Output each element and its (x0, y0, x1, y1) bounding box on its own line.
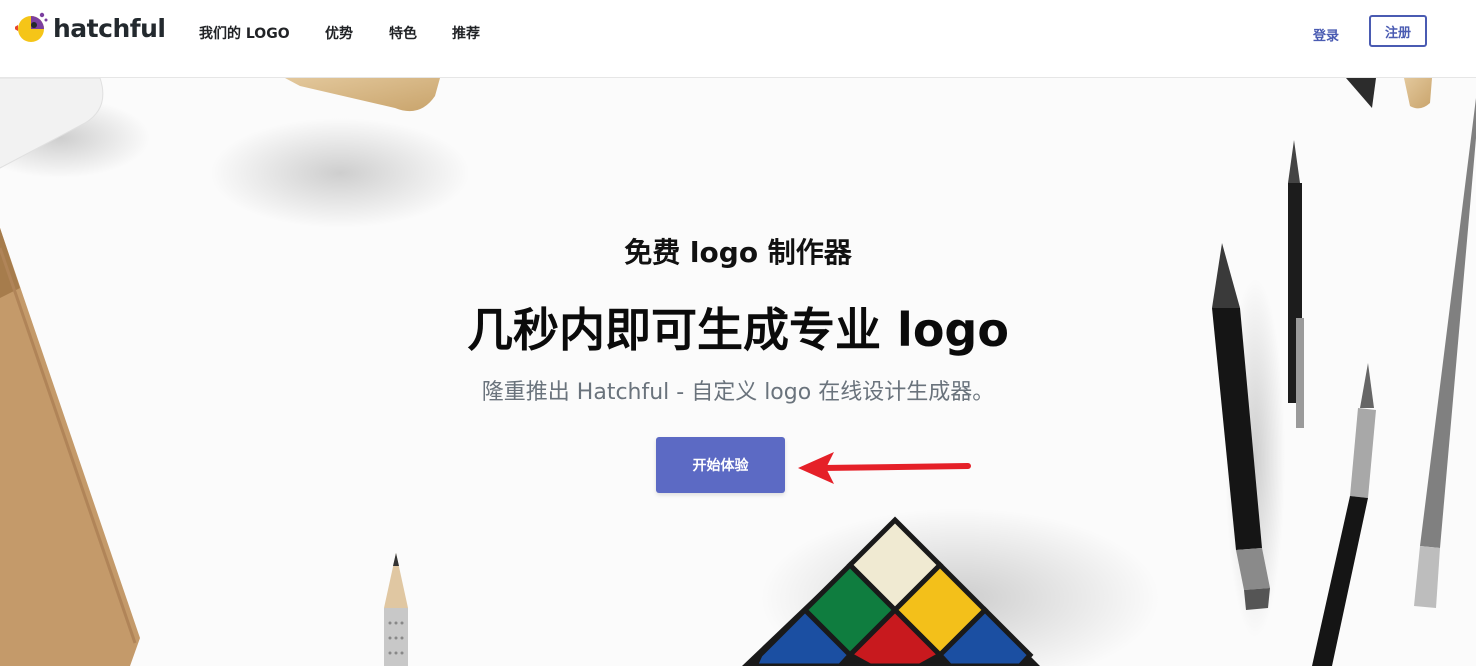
top-navigation: hatchful 我们的 LOGO 优势 特色 推荐 登录 注册 (0, 0, 1476, 78)
signup-button[interactable]: 注册 (1369, 15, 1427, 47)
brand-name: hatchful (53, 13, 166, 43)
nav-link-features[interactable]: 特色 (389, 23, 417, 43)
desk-background-illustration (0, 78, 1476, 666)
hero-section: 免费 logo 制作器 几秒内即可生成专业 logo 隆重推出 Hatchful… (0, 78, 1476, 666)
hero-description: 隆重推出 Hatchful - 自定义 logo 在线设计生成器。 (481, 380, 995, 405)
login-link[interactable]: 登录 (1313, 25, 1339, 44)
nav-link-advantages[interactable]: 优势 (325, 23, 353, 43)
wooden-block-top (210, 78, 470, 228)
get-started-button[interactable]: 开始体验 (656, 437, 785, 493)
hero-subtitle: 免费 logo 制作器 (624, 236, 852, 269)
hero-title: 几秒内即可生成专业 logo (467, 303, 1009, 357)
nav-link-testimonials[interactable]: 推荐 (452, 23, 480, 43)
device-corner (0, 78, 150, 178)
hatchful-bird-icon (15, 12, 48, 42)
red-arrow-icon (798, 452, 971, 484)
brand-logo[interactable]: hatchful (15, 10, 166, 46)
pencil-left (384, 553, 408, 666)
nav-link-our-logos[interactable]: 我们的 LOGO (199, 23, 290, 43)
rubiks-cube (742, 508, 1160, 666)
